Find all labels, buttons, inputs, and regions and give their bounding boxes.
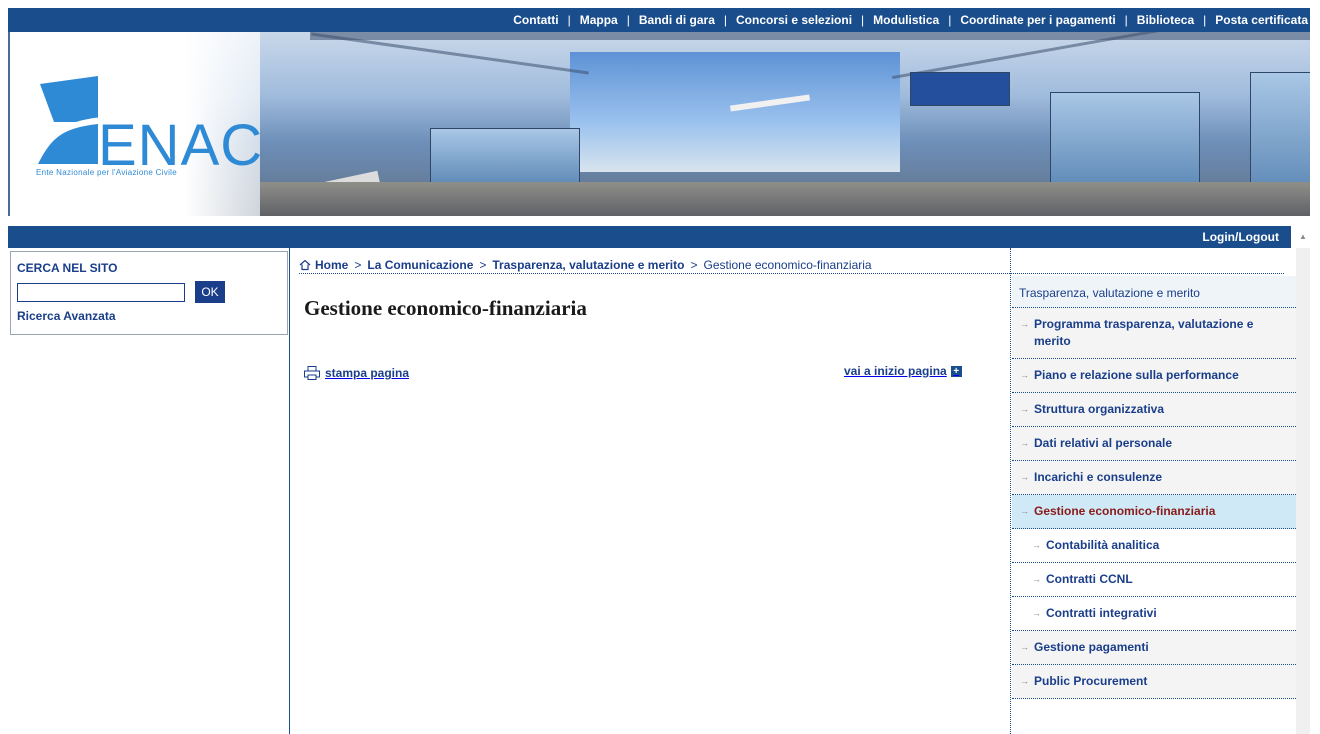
plus-square-icon: + (950, 365, 962, 377)
breadcrumb-comunicazione[interactable]: La Comunicazione (367, 258, 473, 272)
arrow-right-icon: → (1032, 574, 1041, 584)
section-nav-item-label: Piano e relazione sulla performance (1034, 368, 1239, 382)
banner-security-sign (910, 72, 1010, 106)
section-nav-item[interactable]: → Gestione pagamenti (1012, 631, 1296, 665)
breadcrumb: Home > La Comunicazione > Trasparenza, v… (299, 256, 1284, 274)
arrow-right-icon: → (1020, 676, 1029, 686)
nav-link-biblioteca[interactable]: Biblioteca (1128, 13, 1203, 27)
arrow-right-icon: → (1020, 472, 1029, 482)
scrollbar-track[interactable] (1296, 248, 1310, 734)
section-nav-item-label: Gestione pagamenti (1034, 640, 1149, 654)
arrow-right-icon: → (1020, 506, 1029, 516)
arrow-right-icon: → (1020, 404, 1029, 414)
section-nav-list: → Programma trasparenza, valutazione e me… (1012, 308, 1296, 699)
enac-logo-icon (34, 76, 99, 164)
banner-terminal-window (1050, 92, 1200, 188)
logo-tagline-bottom: Ente Nazionale per l'Aviazione Civile (36, 168, 177, 177)
page-title: Gestione economico-finanziaria (304, 296, 587, 320)
back-to-top-link[interactable]: vai a inizio pagina + (844, 364, 962, 378)
utility-nav-bar: Contatti | Mappa | Bandi di gara | Conco… (8, 8, 1310, 32)
nav-link-mappa[interactable]: Mappa (571, 13, 627, 27)
section-nav-item[interactable]: → Contratti CCNL (1012, 563, 1296, 597)
scroll-up-arrow-icon[interactable]: ▲ (1296, 232, 1310, 246)
nav-link-modulistica[interactable]: Modulistica (864, 13, 948, 27)
chevron-right-icon: > (354, 257, 362, 272)
logo-panel: Italian Civil Aviation Authority ENAC En… (10, 32, 264, 216)
breadcrumb-trasparenza[interactable]: Trasparenza, valutazione e merito (492, 258, 684, 272)
header-banner: Italian Civil Aviation Authority ENAC En… (8, 32, 1310, 216)
advanced-search-link[interactable]: Ricerca Avanzata (17, 309, 116, 323)
banner-terminal-window (430, 128, 580, 186)
section-nav-item[interactable]: → Struttura organizzativa (1012, 393, 1296, 427)
breadcrumb-home[interactable]: Home (315, 258, 348, 272)
breadcrumb-current: Gestione economico-finanziaria (703, 257, 872, 272)
arrow-right-icon: → (1020, 319, 1029, 329)
nav-link-coordinate-pagamenti[interactable]: Coordinate per i pagamenti (951, 13, 1124, 27)
banner-terminal-window (1250, 72, 1310, 192)
printer-icon (304, 366, 320, 380)
chevron-right-icon: > (690, 257, 698, 272)
nav-link-posta-certificata[interactable]: Posta certificata (1206, 13, 1310, 27)
arrow-right-icon: → (1020, 438, 1029, 448)
arrow-right-icon: → (1032, 540, 1041, 550)
section-nav-heading[interactable]: Trasparenza, valutazione e merito (1012, 276, 1296, 308)
arrow-right-icon: → (1020, 370, 1029, 380)
section-nav-item[interactable]: → Dati relativi al personale (1012, 427, 1296, 461)
section-nav-item-label: Contabilità analitica (1046, 538, 1160, 552)
chevron-right-icon: > (479, 257, 487, 272)
search-ok-button[interactable]: OK (195, 281, 225, 303)
search-title: CERCA NEL SITO (17, 261, 118, 275)
section-nav-item[interactable]: → Incarichi e consulenze (1012, 461, 1296, 495)
arrow-right-icon: → (1032, 608, 1041, 618)
main-content: Home > La Comunicazione > Trasparenza, v… (291, 248, 1284, 734)
nav-link-concorsi[interactable]: Concorsi e selezioni (727, 13, 861, 27)
banner-sky (570, 52, 900, 172)
section-nav-item-label: Contratti CCNL (1046, 572, 1133, 586)
nav-link-contatti[interactable]: Contatti (504, 13, 567, 27)
section-nav-item-label: Contratti integrativi (1046, 606, 1157, 620)
section-nav-item[interactable]: → Contabilità analitica (1012, 529, 1296, 563)
logo-wordmark: ENAC (98, 113, 264, 178)
arrow-right-icon: → (1020, 642, 1029, 652)
section-nav-item-label: Dati relativi al personale (1034, 436, 1173, 450)
section-nav-item[interactable]: → Public Procurement (1012, 665, 1296, 699)
section-nav-item-label: Incarichi e consulenze (1034, 470, 1163, 484)
home-icon (299, 259, 311, 270)
login-logout-link[interactable]: Login/Logout (1202, 230, 1279, 244)
section-nav-item-label: Programma trasparenza, valutazione e mer… (1034, 317, 1254, 348)
back-to-top-label: vai a inizio pagina (844, 364, 947, 378)
section-nav-item-label: Public Procurement (1034, 674, 1148, 688)
section-nav-item-label: Gestione economico-finanziaria (1034, 504, 1216, 518)
search-input[interactable] (17, 283, 185, 302)
site-search-panel: CERCA NEL SITO OK Ricerca Avanzata (10, 251, 288, 335)
section-nav: Trasparenza, valutazione e merito → Progr… (1012, 276, 1296, 734)
nav-link-bandi-di-gara[interactable]: Bandi di gara (630, 13, 724, 27)
section-nav-item-label: Struttura organizzativa (1034, 402, 1165, 416)
left-column: CERCA NEL SITO OK Ricerca Avanzata (8, 248, 290, 734)
banner-beam (310, 32, 1310, 40)
section-nav-item[interactable]: → Programma trasparenza, valutazione e me… (1012, 308, 1296, 359)
section-nav-item[interactable]: → Piano e relazione sulla performance (1012, 359, 1296, 393)
print-page-label: stampa pagina (325, 366, 410, 380)
login-bar: Login/Logout (8, 226, 1291, 248)
section-nav-item[interactable]: → Contratti integrativi (1012, 597, 1296, 631)
banner-apron (260, 182, 1310, 216)
print-page-link[interactable]: stampa pagina (304, 366, 409, 380)
section-nav-item[interactable]: → Gestione economico-finanziaria (1012, 495, 1296, 529)
